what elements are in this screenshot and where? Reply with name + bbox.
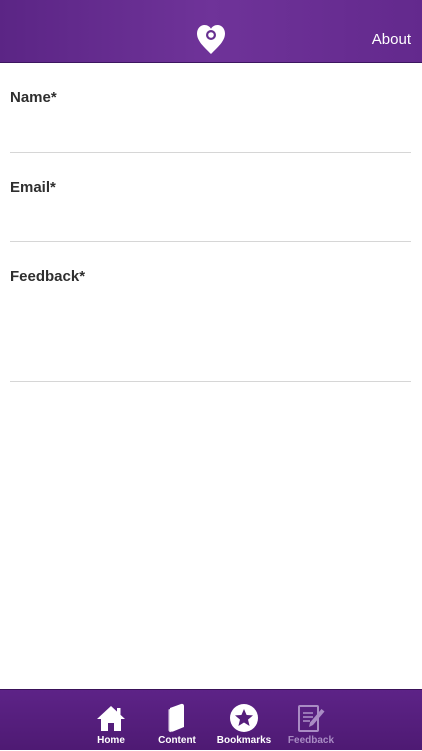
- tab-bookmarks-label: Bookmarks: [216, 735, 272, 746]
- tab-bookmarks[interactable]: Bookmarks: [211, 690, 277, 751]
- tab-home[interactable]: Home: [78, 690, 144, 751]
- tab-content-label: Content: [158, 735, 196, 746]
- home-icon: [97, 706, 125, 731]
- tab-feedback-label: Feedback: [287, 735, 335, 746]
- heart-pin-icon[interactable]: [197, 25, 225, 55]
- name-field-group: Name*: [10, 63, 411, 153]
- feedback-edit-icon: [298, 705, 325, 732]
- star-circle-icon: [230, 704, 258, 732]
- email-field-group: Email*: [10, 153, 411, 242]
- email-input[interactable]: [10, 203, 411, 233]
- about-link[interactable]: About: [372, 31, 411, 48]
- email-label: Email*: [10, 179, 56, 196]
- feedback-textarea[interactable]: [10, 292, 411, 372]
- name-input[interactable]: [10, 113, 411, 143]
- book-icon: [168, 703, 184, 733]
- tab-content[interactable]: Content: [144, 690, 210, 751]
- feedback-label: Feedback*: [10, 268, 86, 285]
- bottom-tab-bar: Home Content Bookmarks Feedback: [0, 689, 422, 750]
- tab-feedback[interactable]: Feedback: [278, 690, 344, 751]
- app-header: About: [0, 0, 422, 63]
- tab-home-label: Home: [97, 735, 125, 746]
- feedback-field-group: Feedback*: [10, 242, 411, 382]
- name-label: Name*: [10, 89, 57, 106]
